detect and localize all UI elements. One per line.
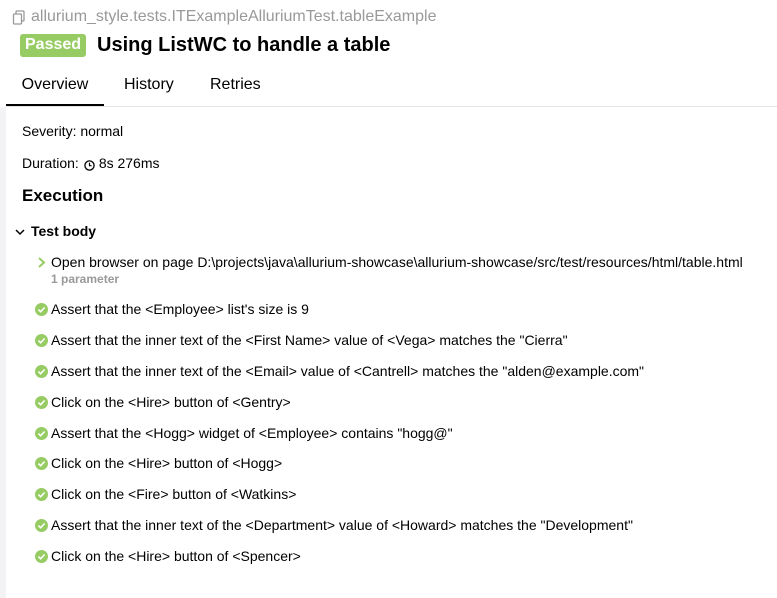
step-text: Assert that the <Hogg> widget of <Employ… xyxy=(51,425,453,441)
chevron-down-icon xyxy=(14,225,26,237)
step-item[interactable]: Click on the <Fire> button of <Watkins> xyxy=(35,486,296,502)
step-text: Click on the <Hire> button of <Gentry> xyxy=(51,394,291,410)
check-circle-icon xyxy=(35,364,48,378)
status-badge: Passed xyxy=(20,34,87,57)
tab-retries[interactable]: Retries xyxy=(210,66,261,104)
duration-value: 8s 276ms xyxy=(98,155,160,171)
step-text: Click on the <Hire> button of <Hogg> xyxy=(51,455,283,471)
step-text: Assert that the inner text of the <First… xyxy=(51,332,568,348)
check-circle-icon xyxy=(35,456,48,470)
step-text: Assert that the inner text of the <Depar… xyxy=(51,517,633,533)
check-circle-icon xyxy=(35,426,48,440)
step-item-open-browser[interactable]: Open browser on page D:\projects\java\al… xyxy=(35,254,743,270)
check-circle-icon xyxy=(35,549,48,563)
step-item[interactable]: Assert that the <Hogg> widget of <Employ… xyxy=(35,425,453,441)
step-text: Click on the <Fire> button of <Watkins> xyxy=(51,486,297,502)
step-text: Open browser on page D:\projects\java\al… xyxy=(51,254,743,270)
test-body-label: Test body xyxy=(31,223,97,239)
left-panel-strip xyxy=(0,107,6,598)
step-text: Assert that the inner text of the <Email… xyxy=(51,363,645,379)
step-item[interactable]: Click on the <Hire> button of <Spencer> xyxy=(35,548,301,564)
breadcrumb-text: allurium_style.tests.ITExampleAlluriumTe… xyxy=(31,8,437,25)
check-circle-icon xyxy=(35,302,48,316)
step-text: Assert that the <Employee> list's size i… xyxy=(51,301,309,317)
duration-row: Duration: 8s 276ms xyxy=(22,155,160,171)
check-circle-icon xyxy=(35,395,48,409)
chevron-right-icon xyxy=(35,256,48,269)
tab-history[interactable]: History xyxy=(124,66,174,104)
breadcrumb: allurium_style.tests.ITExampleAlluriumTe… xyxy=(12,7,436,27)
test-body-toggle[interactable]: Test body xyxy=(14,223,96,239)
step-item[interactable]: Click on the <Hire> button of <Gentry> xyxy=(35,394,291,410)
step-item[interactable]: Click on the <Hire> button of <Hogg> xyxy=(35,455,282,471)
step-item[interactable]: Assert that the inner text of the <Depar… xyxy=(35,517,633,533)
step-item[interactable]: Assert that the inner text of the <First… xyxy=(35,332,568,348)
tab-bar: Overview History Retries xyxy=(6,66,777,107)
check-circle-icon xyxy=(35,518,48,532)
check-circle-icon xyxy=(35,333,48,347)
title-row: Passed Using ListWC to handle a table xyxy=(20,34,390,57)
step-item[interactable]: Assert that the inner text of the <Email… xyxy=(35,363,644,379)
check-circle-icon xyxy=(35,487,48,501)
step-parameter-count: 1 parameter xyxy=(51,272,120,286)
step-item[interactable]: Assert that the <Employee> list's size i… xyxy=(35,301,309,317)
tab-overview[interactable]: Overview xyxy=(6,66,104,106)
page-title: Using ListWC to handle a table xyxy=(97,34,391,56)
severity-text: Severity: normal xyxy=(22,123,124,139)
duration-label: Duration: xyxy=(22,155,79,171)
step-text: Click on the <Hire> button of <Spencer> xyxy=(51,548,301,564)
execution-heading: Execution xyxy=(22,186,104,205)
clock-icon xyxy=(84,158,95,171)
copy-icon[interactable] xyxy=(12,9,26,25)
